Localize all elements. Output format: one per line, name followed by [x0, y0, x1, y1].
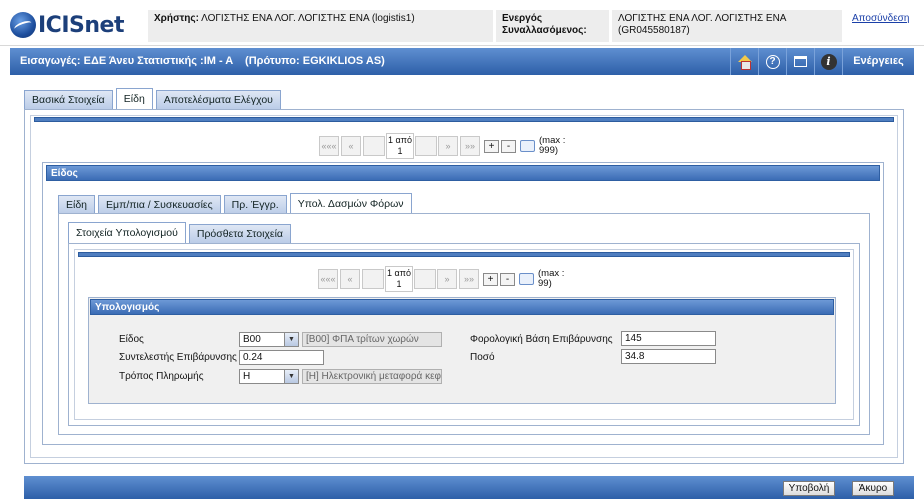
type-description: [B00] ΦΠΑ τρίτων χωρών — [302, 332, 442, 347]
type-select-value: B00 — [243, 334, 261, 345]
page-count-total: 1 — [396, 279, 402, 289]
tab-additional-data[interactable]: Πρόσθετα Στοιχεία — [188, 224, 291, 244]
first-page-button[interactable]: ««« — [318, 269, 338, 289]
cancel-button[interactable]: Άκυρο — [852, 481, 894, 496]
page-count-label: 1 από — [388, 135, 412, 145]
pager-spacer — [363, 136, 385, 156]
info-icon: i — [820, 53, 837, 70]
payment-method-value: H — [243, 371, 251, 382]
help-icon: ? — [765, 54, 780, 69]
window-icon — [794, 56, 807, 67]
help-button[interactable]: ? — [758, 48, 786, 75]
prev-page-button[interactable]: « — [340, 269, 360, 289]
max-items: (max : 99) — [538, 269, 564, 289]
select-checkbox[interactable] — [519, 273, 534, 285]
active-trader-name: ΛΟΓΙΣΤΗΣ ΕΝΑ ΛΟΓ. ΛΟΓΙΣΤΗΣ ΕΝΑ — [618, 13, 787, 24]
top-header: ICISnet Χρήστης: ΛΟΓΙΣΤΗΣ ΕΝΑ ΛΟΓ. ΛΟΓΙΣ… — [0, 0, 924, 46]
tax-base-input[interactable]: 145 — [621, 331, 716, 346]
calc-pager: ««« « 1 από 1 » »» + - (max : 99) — [318, 266, 564, 292]
next-page-button[interactable]: » — [438, 136, 458, 156]
user-label: Χρήστης: — [154, 13, 199, 24]
calculation-header: Υπολογισμός — [90, 299, 834, 315]
window-button[interactable] — [786, 48, 814, 75]
add-calc-button[interactable]: + — [483, 272, 498, 286]
max-items: (max : 999) — [539, 136, 565, 156]
tax-base-label: Φορολογική Βάση Επιβάρυνσης — [470, 334, 613, 345]
page-count-label: 1 από — [387, 268, 411, 278]
submit-button[interactable]: Υποβολή — [783, 481, 835, 496]
home-icon — [737, 55, 752, 70]
icisnet-logo: ICISnet — [10, 10, 140, 40]
user-info: Χρήστης: ΛΟΓΙΣΤΗΣ ΕΝΑ ΛΟΓ. ΛΟΓΙΣΤΗΣ ΕΝΑ … — [148, 10, 493, 42]
pager-spacer — [415, 136, 437, 156]
remove-calc-button[interactable]: - — [500, 272, 515, 286]
calc-tabs: Στοιχεία Υπολογισμού Πρόσθετα Στοιχεία — [68, 222, 294, 244]
tab-item-docs[interactable]: Πρ. Έγγρ. — [223, 195, 287, 215]
home-button[interactable] — [730, 48, 758, 75]
last-page-button[interactable]: »» — [460, 136, 480, 156]
items-blue-bar — [34, 117, 894, 122]
page-title: Εισαγωγές: ΕΔΕ Άνευ Στατιστικής :IM - A … — [20, 55, 385, 67]
item-section-header: Είδος — [46, 165, 880, 181]
type-select[interactable]: B00 ▼ — [239, 332, 299, 347]
rate-label: Συντελεστής Επιβάρυνσης — [119, 352, 237, 363]
max-items-value: 99) — [538, 278, 552, 289]
remove-item-button[interactable]: - — [501, 139, 516, 153]
select-checkbox[interactable] — [520, 140, 535, 152]
user-value: ΛΟΓΙΣΤΗΣ ΕΝΑ ΛΟΓ. ΛΟΓΙΣΤΗΣ ΕΝΑ (logistis… — [201, 13, 415, 24]
active-trader-id: (GR045580187) — [618, 25, 690, 36]
active-trader-label: Ενεργός Συναλλασόμενος: — [496, 10, 609, 42]
footer-bar — [24, 476, 914, 499]
info-button[interactable]: i — [814, 48, 842, 75]
active-trader-label-line1: Ενεργός — [502, 13, 543, 24]
payment-method-select[interactable]: H ▼ — [239, 369, 299, 384]
tab-control-results[interactable]: Αποτελέσματα Ελέγχου — [155, 90, 281, 110]
first-page-button[interactable]: ««« — [319, 136, 339, 156]
tab-item-duties[interactable]: Υπολ. Δασμών Φόρων — [289, 193, 412, 215]
actions-menu[interactable]: Ενέργειες — [842, 48, 914, 75]
active-trader-label-line2: Συναλλασόμενος: — [502, 25, 587, 36]
calc-blue-bar — [78, 252, 850, 257]
tab-item-items[interactable]: Είδη — [58, 195, 96, 215]
tab-calc-data[interactable]: Στοιχεία Υπολογισμού — [68, 222, 186, 244]
rate-input[interactable]: 0.24 — [239, 350, 324, 365]
amount-label: Ποσό — [470, 352, 495, 363]
amount-input[interactable]: 34.8 — [621, 349, 716, 364]
page-count-total: 1 — [397, 146, 403, 156]
pager-spacer — [362, 269, 384, 289]
logo-text: ICISnet — [38, 12, 124, 38]
page-count: 1 από 1 — [385, 266, 413, 292]
payment-method-description: [H] Ηλεκτρονική μεταφορά κεφαλ — [302, 369, 442, 384]
tab-basic[interactable]: Βασικά Στοιχεία — [24, 90, 113, 110]
type-label: Είδος — [119, 334, 144, 345]
last-page-button[interactable]: »» — [459, 269, 479, 289]
add-item-button[interactable]: + — [484, 139, 499, 153]
page-title-bar: Εισαγωγές: ΕΔΕ Άνευ Στατιστικής :IM - A … — [10, 48, 914, 75]
tab-items[interactable]: Είδη — [115, 88, 153, 110]
chevron-down-icon: ▼ — [284, 333, 298, 346]
logout-link[interactable]: Αποσύνδεση — [852, 13, 909, 24]
next-page-button[interactable]: » — [437, 269, 457, 289]
page-count: 1 από 1 — [386, 133, 414, 159]
logout-cell: Αποσύνδεση — [846, 10, 922, 42]
active-trader-value: ΛΟΓΙΣΤΗΣ ΕΝΑ ΛΟΓ. ΛΟΓΙΣΤΗΣ ΕΝΑ (GR045580… — [612, 10, 842, 42]
prev-page-button[interactable]: « — [341, 136, 361, 156]
chevron-down-icon: ▼ — [284, 370, 298, 383]
main-tabs: Βασικά Στοιχεία Είδη Αποτελέσματα Ελέγχο… — [24, 88, 284, 110]
payment-method-label: Τρόπος Πληρωμής — [119, 371, 204, 382]
items-pager: ««« « 1 από 1 » »» + - (max : 999) — [319, 133, 565, 159]
max-items-value: 999) — [539, 145, 559, 156]
pager-spacer — [414, 269, 436, 289]
globe-icon — [10, 12, 36, 38]
item-tabs: Είδη Εμπ/πια / Συσκευασίες Πρ. Έγγρ. Υπο… — [58, 193, 415, 215]
tab-item-goods[interactable]: Εμπ/πια / Συσκευασίες — [98, 195, 221, 215]
